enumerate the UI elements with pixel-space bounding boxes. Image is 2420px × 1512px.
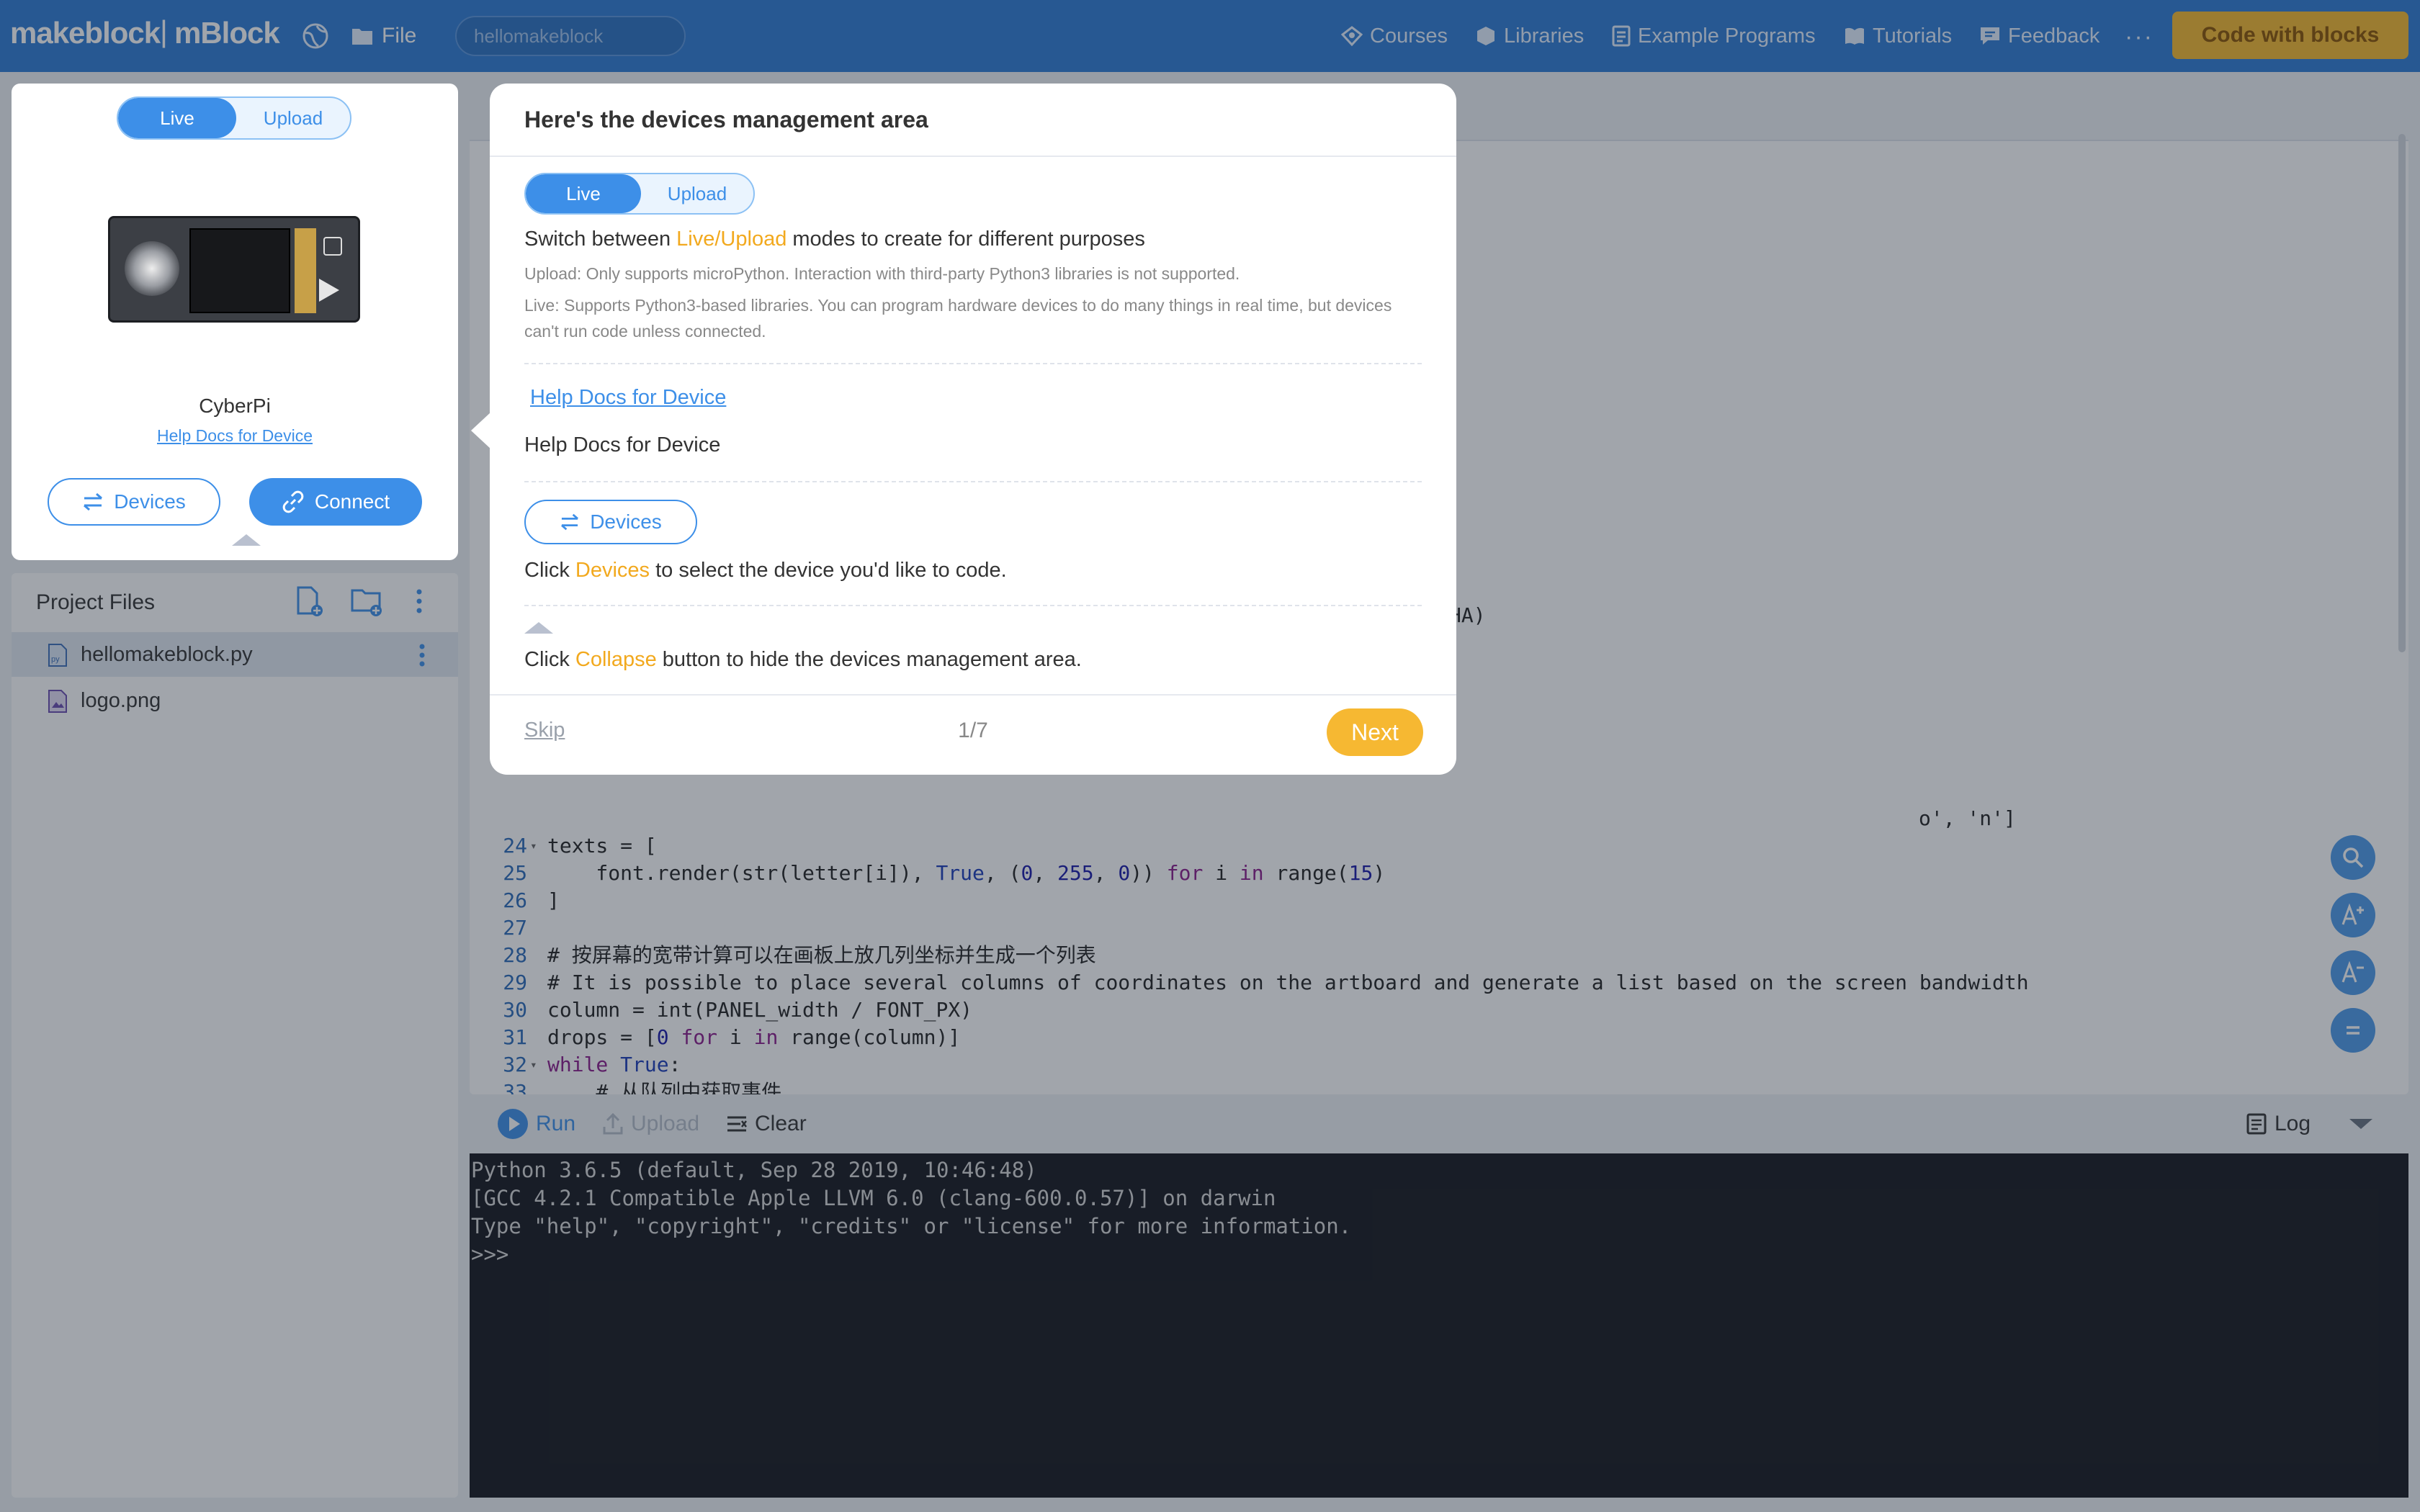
tour-title: Here's the devices management area (524, 107, 928, 132)
tour-switch-text: Switch between Live/Upload modes to crea… (524, 228, 1145, 251)
cyberpi-device-image (108, 216, 360, 323)
tour-upload-option: Upload (667, 182, 727, 204)
tour-pointer (471, 412, 491, 449)
tour-collapse-text: Click Collapse button to hide the device… (524, 648, 1082, 671)
tour-devices-text: Click Devices to select the device you'd… (524, 559, 1007, 582)
tour-footer: Skip 1/7 Next (490, 694, 1456, 775)
collapse-icon[interactable] (232, 534, 261, 546)
next-button[interactable]: Next (1327, 708, 1423, 756)
tour-devices-button: Devices (524, 500, 697, 544)
tour-divider (524, 481, 1422, 482)
tour-devices-label: Devices (590, 510, 662, 533)
tour-divider (524, 605, 1422, 606)
mode-toggle[interactable]: Live Upload (117, 96, 351, 140)
tour-page-indicator: 1/7 (958, 719, 988, 742)
tour-live-option: Live (526, 174, 641, 213)
tour-help-link[interactable]: Help Docs for Device (530, 386, 726, 410)
tour-divider (524, 363, 1422, 364)
tour-dialog: Here's the devices management area Live … (490, 84, 1456, 775)
tour-live-note: Live: Supports Python3-based libraries. … (524, 296, 1392, 341)
device-management-panel: Live Upload CyberPi Help Docs for Device… (12, 84, 458, 560)
connect-button-label: Connect (314, 490, 390, 513)
devices-button-label: Devices (114, 490, 186, 513)
device-help-link[interactable]: Help Docs for Device (12, 426, 458, 446)
tour-help-text: Help Docs for Device (524, 433, 721, 456)
collapse-icon (524, 622, 553, 634)
upload-mode-option[interactable]: Upload (236, 98, 350, 138)
devices-button[interactable]: Devices (48, 478, 220, 526)
connect-button[interactable]: Connect (249, 478, 422, 526)
tour-header: Here's the devices management area (490, 84, 1456, 157)
tour-upload-note: Upload: Only supports microPython. Inter… (524, 264, 1240, 283)
tour-mode-toggle: Live Upload (524, 173, 755, 215)
live-mode-option[interactable]: Live (118, 98, 236, 138)
link-icon (282, 490, 304, 513)
swap-icon (84, 492, 103, 511)
swap-icon (561, 513, 579, 531)
device-name: CyberPi (199, 395, 271, 417)
